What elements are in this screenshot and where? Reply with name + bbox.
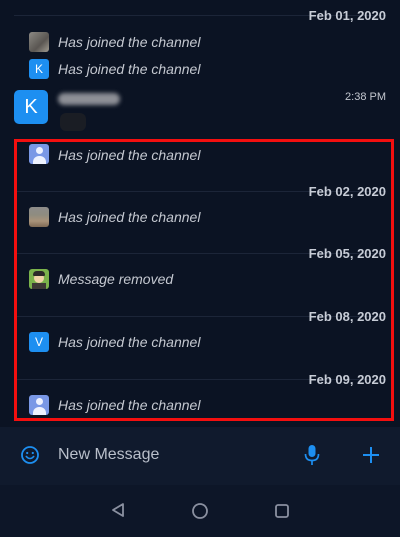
user-avatar[interactable]: K	[29, 59, 49, 79]
system-navigation-bar	[0, 485, 400, 537]
emoji-icon[interactable]	[20, 445, 40, 470]
highlight-box	[14, 139, 394, 421]
plus-icon[interactable]	[361, 445, 381, 470]
sticker-image[interactable]	[60, 113, 86, 131]
message-input[interactable]: New Message	[58, 446, 159, 464]
message-timestamp: 2:38 PM	[345, 91, 386, 103]
date-separator: Feb 01, 2020	[308, 8, 386, 23]
username-redacted[interactable]	[58, 93, 120, 105]
message-composer: New Message	[0, 427, 400, 485]
home-circle-icon[interactable]	[191, 502, 209, 525]
system-message: Has joined the channel	[58, 34, 201, 50]
back-triangle-icon[interactable]	[110, 502, 126, 523]
system-message: Has joined the channel	[58, 61, 201, 77]
user-avatar[interactable]	[29, 32, 49, 52]
mic-icon[interactable]	[303, 444, 321, 471]
user-avatar-large[interactable]: K	[14, 90, 48, 124]
recents-square-icon[interactable]	[274, 503, 290, 524]
